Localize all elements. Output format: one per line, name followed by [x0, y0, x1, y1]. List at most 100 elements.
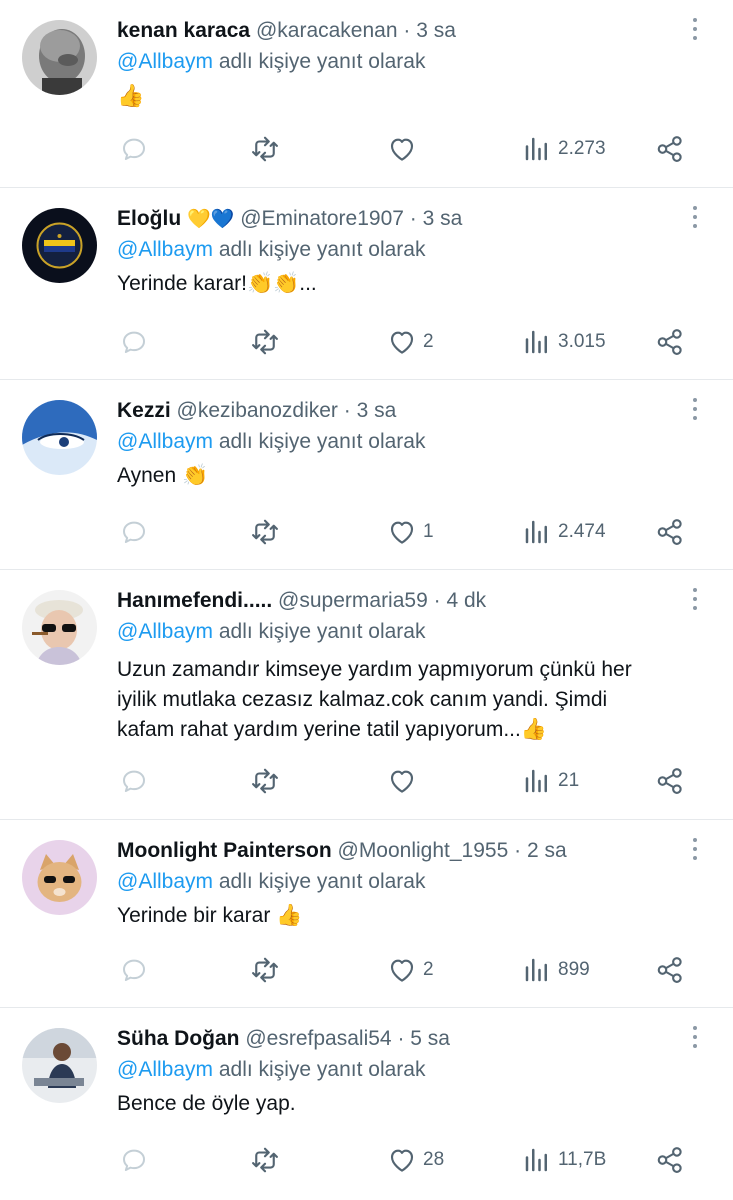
reply-mention-link[interactable]: @Allbaym	[117, 50, 213, 73]
views-button[interactable]: 11,7B	[522, 1144, 606, 1176]
avatar[interactable]	[22, 208, 97, 283]
like-icon	[390, 521, 414, 544]
views-icon	[525, 330, 547, 354]
more-options-icon[interactable]	[687, 838, 703, 864]
display-name[interactable]: kenan karaca	[117, 19, 250, 42]
avatar[interactable]	[22, 1028, 97, 1103]
timestamp[interactable]: 2 sa	[527, 839, 567, 862]
separator-dot: ·	[514, 839, 522, 862]
reply-button[interactable]	[119, 765, 149, 797]
view-count: 3.015	[558, 331, 606, 352]
display-name[interactable]: Eloğlu	[117, 207, 181, 230]
tweet[interactable]: Moonlight Painterson @Moonlight_1955 · 2…	[0, 820, 733, 1008]
reply-button[interactable]	[119, 516, 149, 548]
tweet[interactable]: Eloğlu 💛💙 @Eminatore1907 · 3 sa @Allbaym…	[0, 188, 733, 380]
like-icon	[390, 138, 414, 161]
view-count: 2.273	[558, 138, 606, 159]
reply-context-label: adlı kişiye yanıt olarak	[218, 870, 426, 893]
timestamp[interactable]: 4 dk	[446, 589, 486, 612]
reply-mention-link[interactable]: @Allbaym	[117, 238, 213, 261]
like-icon	[390, 959, 414, 982]
retweet-button[interactable]	[250, 954, 280, 986]
action-bar: 21	[117, 765, 707, 797]
retweet-button[interactable]	[250, 765, 280, 797]
more-options-icon[interactable]	[687, 18, 703, 44]
retweet-icon	[252, 1147, 278, 1173]
tweet[interactable]: kenan karaca @karacakenan · 3 sa @Allbay…	[0, 0, 733, 188]
timestamp[interactable]: 3 sa	[357, 399, 397, 422]
tweet[interactable]: Hanımefendi..... @supermaria59 · 4 dk @A…	[0, 570, 733, 820]
display-name[interactable]: Kezzi	[117, 399, 171, 422]
reply-button[interactable]	[119, 954, 149, 986]
reply-context: @Allbaym adlı kişiye yanıt olarak	[117, 47, 425, 77]
display-name[interactable]: Moonlight Painterson	[117, 839, 332, 862]
user-handle[interactable]: @esrefpasali54	[245, 1027, 391, 1050]
tweet[interactable]: Kezzi @kezibanozdiker · 3 sa @Allbaym ad…	[0, 380, 733, 570]
user-handle[interactable]: @karacakenan	[256, 19, 398, 42]
like-button[interactable]: 2	[387, 326, 434, 358]
like-count: 28	[423, 1149, 445, 1170]
view-count: 11,7B	[558, 1149, 607, 1170]
views-icon	[525, 137, 547, 161]
reply-mention-link[interactable]: @Allbaym	[117, 1058, 213, 1081]
fenerbahce-crest-avatar-icon	[22, 208, 97, 283]
action-bar: 28 11,7B	[117, 1144, 707, 1176]
share-button[interactable]	[655, 954, 685, 986]
more-options-icon[interactable]	[687, 588, 703, 614]
like-icon	[390, 770, 414, 793]
retweet-button[interactable]	[250, 326, 280, 358]
tweet-text: Yerinde karar!👏👏...	[117, 272, 317, 295]
like-count: 2	[423, 959, 434, 980]
views-button[interactable]: 2.474	[522, 516, 606, 548]
like-button[interactable]: 2	[387, 954, 434, 986]
views-button[interactable]: 899	[522, 954, 590, 986]
view-count: 2.474	[558, 521, 606, 542]
avatar[interactable]	[22, 840, 97, 915]
timestamp[interactable]: 3 sa	[416, 19, 456, 42]
tweet[interactable]: Süha Doğan @esrefpasali54 · 5 sa @Allbay…	[0, 1008, 733, 1200]
avatar[interactable]	[22, 400, 97, 475]
like-button[interactable]	[387, 133, 423, 165]
views-button[interactable]: 2.273	[522, 133, 606, 165]
share-button[interactable]	[655, 1144, 685, 1176]
like-button[interactable]: 1	[387, 516, 434, 548]
reply-button[interactable]	[119, 326, 149, 358]
reply-button[interactable]	[119, 1144, 149, 1176]
retweet-icon	[252, 957, 278, 983]
avatar[interactable]	[22, 590, 97, 665]
retweet-button[interactable]	[250, 1144, 280, 1176]
timestamp[interactable]: 3 sa	[423, 207, 463, 230]
share-button[interactable]	[655, 326, 685, 358]
reply-mention-link[interactable]: @Allbaym	[117, 620, 213, 643]
sunglasses-lady-avatar-icon	[22, 590, 97, 665]
reply-context: @Allbaym adlı kişiye yanıt olarak	[117, 1055, 425, 1085]
more-options-icon[interactable]	[687, 398, 703, 424]
avatar[interactable]	[22, 20, 97, 95]
views-button[interactable]: 3.015	[522, 326, 606, 358]
retweet-button[interactable]	[250, 133, 280, 165]
like-button[interactable]: 28	[387, 1144, 444, 1176]
share-button[interactable]	[655, 516, 685, 548]
views-button[interactable]: 21	[522, 765, 579, 797]
user-handle[interactable]: @Eminatore1907	[240, 207, 404, 230]
display-name[interactable]: Süha Doğan	[117, 1027, 240, 1050]
user-handle[interactable]: @Moonlight_1955	[338, 839, 509, 862]
action-bar: 2 899	[117, 954, 707, 986]
like-button[interactable]	[387, 765, 423, 797]
reply-button[interactable]	[119, 133, 149, 165]
more-options-icon[interactable]	[687, 206, 703, 232]
share-button[interactable]	[655, 765, 685, 797]
user-handle[interactable]: @kezibanozdiker	[177, 399, 338, 422]
reply-icon	[123, 138, 145, 160]
more-options-icon[interactable]	[687, 1026, 703, 1052]
reply-mention-link[interactable]: @Allbaym	[117, 430, 213, 453]
view-count: 899	[558, 959, 590, 980]
timestamp[interactable]: 5 sa	[410, 1027, 450, 1050]
display-name[interactable]: Hanımefendi.....	[117, 589, 272, 612]
retweet-button[interactable]	[250, 516, 280, 548]
user-handle[interactable]: @supermaria59	[278, 589, 428, 612]
reply-mention-link[interactable]: @Allbaym	[117, 870, 213, 893]
tweet-text: 👍	[117, 81, 702, 112]
tweet-text: Uzun zamandır kimseye yardım yapmıyorum …	[117, 655, 702, 745]
share-button[interactable]	[655, 133, 685, 165]
